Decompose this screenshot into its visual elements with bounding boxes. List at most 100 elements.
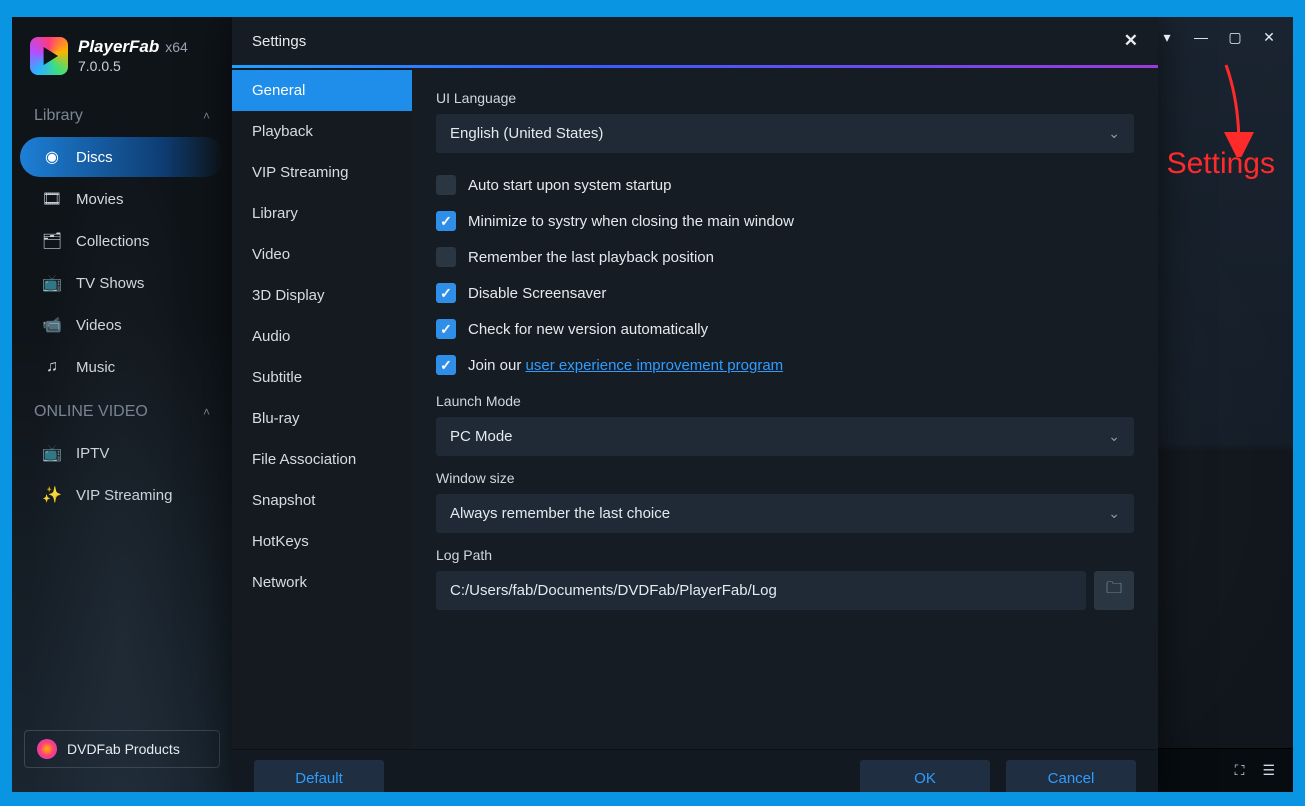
sidebar-item-label: Discs	[76, 149, 113, 166]
settings-nav-file-association[interactable]: File Association	[232, 439, 412, 480]
log-path-row: C:/Users/fab/Documents/DVDFab/PlayerFab/…	[436, 571, 1134, 610]
settings-nav-general[interactable]: General	[232, 70, 412, 111]
settings-close-button[interactable]: ✕	[1124, 31, 1138, 51]
settings-nav-snapshot[interactable]: Snapshot	[232, 480, 412, 521]
settings-nav-playback[interactable]: Playback	[232, 111, 412, 152]
sidebar-item-music[interactable]: ♫ Music	[20, 347, 224, 387]
folder-icon: 🗀	[1106, 577, 1122, 604]
chevron-down-icon: ⌄	[1108, 125, 1120, 142]
sidebar-item-discs[interactable]: ◉ Discs	[20, 137, 224, 177]
sidebar-item-movies[interactable]: 🎞 Movies	[20, 179, 224, 219]
app-name: PlayerFab	[78, 37, 159, 57]
sidebar-item-label: Movies	[76, 191, 124, 208]
sidebar-item-collections[interactable]: 🗂 Collections	[20, 221, 224, 261]
log-path-label: Log Path	[436, 547, 1134, 563]
sidebar-item-iptv[interactable]: 📺 IPTV	[20, 433, 224, 473]
cancel-button[interactable]: Cancel	[1006, 760, 1136, 792]
app-arch: x64	[165, 39, 188, 56]
settings-modal-header: Settings ✕	[232, 17, 1158, 65]
online-video-header[interactable]: ONLINE VIDEO ˄	[12, 389, 232, 431]
sidebar-item-vip-streaming[interactable]: ✨ VIP Streaming	[20, 475, 224, 515]
check-auto-update[interactable]: Check for new version automatically	[436, 311, 1134, 347]
library-header[interactable]: Library ˄	[12, 93, 232, 135]
sidebar-item-label: Music	[76, 359, 115, 376]
disc-icon: ◉	[42, 147, 62, 167]
launch-mode-select[interactable]: PC Mode ⌄	[436, 417, 1134, 456]
check-remember-position[interactable]: Remember the last playback position	[436, 239, 1134, 275]
online-header-label: ONLINE VIDEO	[34, 403, 148, 421]
close-button[interactable]: ✕	[1259, 29, 1279, 46]
settings-nav: General Playback VIP Streaming Library V…	[232, 68, 412, 749]
checkbox[interactable]	[436, 247, 456, 267]
list-view-button[interactable]: ☰	[1262, 762, 1275, 779]
menu-dropdown-icon[interactable]: ▾	[1157, 29, 1177, 46]
products-button-label: DVDFab Products	[67, 741, 180, 757]
settings-general-pane: UI Language English (United States) ⌄ Au…	[412, 68, 1158, 749]
window-size-select[interactable]: Always remember the last choice ⌄	[436, 494, 1134, 533]
check-auto-start[interactable]: Auto start upon system startup	[436, 167, 1134, 203]
music-icon: ♫	[42, 357, 62, 377]
film-icon: 🎞	[42, 189, 62, 209]
ux-program-link[interactable]: user experience improvement program	[526, 357, 784, 374]
sidebar-item-label: VIP Streaming	[76, 487, 172, 504]
launch-mode-value: PC Mode	[450, 428, 513, 445]
app-logo-icon	[30, 37, 68, 75]
ui-language-label: UI Language	[436, 90, 1134, 106]
brand-block: PlayerFab x64 7.0.0.5	[12, 29, 232, 93]
video-icon: 📹	[42, 315, 62, 335]
settings-nav-3d-display[interactable]: 3D Display	[232, 275, 412, 316]
settings-body: General Playback VIP Streaming Library V…	[232, 68, 1158, 749]
ui-language-value: English (United States)	[450, 125, 603, 142]
check-minimize-systray[interactable]: Minimize to systry when closing the main…	[436, 203, 1134, 239]
checkbox[interactable]	[436, 211, 456, 231]
app-window: PlayerFab x64 7.0.0.5 Library ˄ ◉ Discs …	[12, 17, 1293, 792]
collection-icon: 🗂	[42, 231, 62, 251]
library-header-label: Library	[34, 107, 83, 125]
ui-language-select[interactable]: English (United States) ⌄	[436, 114, 1134, 153]
ux-prefix: Join our	[468, 357, 526, 374]
check-label: Check for new version automatically	[468, 321, 708, 338]
maximize-button[interactable]: ▢	[1225, 29, 1245, 46]
browse-folder-button[interactable]: 🗀	[1094, 571, 1134, 610]
checkbox[interactable]	[436, 283, 456, 303]
check-ux-program[interactable]: Join our user experience improvement pro…	[436, 347, 1134, 383]
dvdfab-logo-icon	[37, 739, 57, 759]
settings-nav-hotkeys[interactable]: HotKeys	[232, 521, 412, 562]
sidebar-item-label: Videos	[76, 317, 122, 334]
chevron-down-icon: ⌄	[1108, 505, 1120, 522]
settings-footer: Default OK Cancel	[232, 749, 1158, 792]
sidebar-item-label: Collections	[76, 233, 149, 250]
settings-nav-audio[interactable]: Audio	[232, 316, 412, 357]
window-titlebar-controls: ▾ — ▢ ✕	[1143, 17, 1293, 57]
checkbox[interactable]	[436, 319, 456, 339]
chevron-down-icon: ⌄	[1108, 428, 1120, 445]
check-label: Remember the last playback position	[468, 249, 714, 266]
check-label: Auto start upon system startup	[468, 177, 671, 194]
settings-title: Settings	[252, 33, 306, 50]
iptv-icon: 📺	[42, 443, 62, 463]
settings-nav-library[interactable]: Library	[232, 193, 412, 234]
sidebar-item-label: IPTV	[76, 445, 109, 462]
default-button[interactable]: Default	[254, 760, 384, 792]
checkbox[interactable]	[436, 175, 456, 195]
settings-nav-subtitle[interactable]: Subtitle	[232, 357, 412, 398]
settings-nav-blu-ray[interactable]: Blu-ray	[232, 398, 412, 439]
dvdfab-products-button[interactable]: DVDFab Products	[24, 730, 220, 768]
chevron-up-icon: ˄	[203, 109, 210, 123]
sidebar: PlayerFab x64 7.0.0.5 Library ˄ ◉ Discs …	[12, 17, 232, 792]
settings-nav-video[interactable]: Video	[232, 234, 412, 275]
check-label: Disable Screensaver	[468, 285, 606, 302]
settings-nav-vip-streaming[interactable]: VIP Streaming	[232, 152, 412, 193]
settings-nav-network[interactable]: Network	[232, 562, 412, 603]
check-disable-screensaver[interactable]: Disable Screensaver	[436, 275, 1134, 311]
chevron-up-icon: ˄	[203, 405, 210, 419]
log-path-input[interactable]: C:/Users/fab/Documents/DVDFab/PlayerFab/…	[436, 571, 1086, 610]
ok-button[interactable]: OK	[860, 760, 990, 792]
minimize-button[interactable]: —	[1191, 29, 1211, 45]
fullscreen-button[interactable]: ⛶	[1235, 762, 1245, 779]
checkbox[interactable]	[436, 355, 456, 375]
sidebar-item-tvshows[interactable]: 📺 TV Shows	[20, 263, 224, 303]
check-label: Join our user experience improvement pro…	[468, 357, 783, 374]
app-version: 7.0.0.5	[78, 58, 188, 75]
sidebar-item-videos[interactable]: 📹 Videos	[20, 305, 224, 345]
